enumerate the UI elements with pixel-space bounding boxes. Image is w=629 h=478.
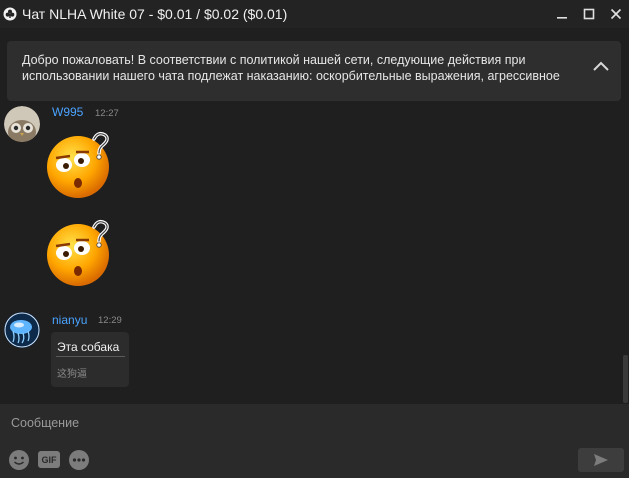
owl-avatar-icon [4, 106, 40, 142]
more-icon [69, 450, 89, 470]
window-controls [548, 0, 629, 28]
smiley-icon [9, 450, 29, 470]
more-options-button[interactable] [68, 449, 90, 471]
username[interactable]: nianyu [52, 313, 87, 327]
window-title: Чат NLHA White 07 - $0.01 / $0.02 ($0.01… [22, 6, 288, 22]
minimize-button[interactable] [548, 0, 575, 28]
confused-face-emoji [47, 219, 109, 286]
banner-text: Добро пожаловать! В соответствии с полит… [22, 53, 560, 83]
gif-label: GIF [41, 454, 57, 465]
close-icon [610, 8, 621, 20]
minimize-icon [556, 17, 567, 19]
chat-scrollbar-thumb[interactable] [623, 355, 628, 403]
message-text: Эта собака [57, 340, 120, 354]
avatar[interactable] [4, 106, 40, 142]
username[interactable]: W995 [52, 105, 83, 119]
translation-divider [56, 356, 125, 357]
message-input[interactable] [0, 404, 560, 442]
message-time: 12:27 [95, 108, 119, 119]
emoji-button[interactable] [8, 449, 30, 471]
gif-button[interactable]: GIF [38, 451, 60, 468]
welcome-banner: Добро пожаловать! В соответствии с полит… [7, 41, 621, 101]
close-button[interactable] [602, 0, 629, 28]
title-bar: Чат NLHA White 07 - $0.01 / $0.02 ($0.01… [0, 0, 629, 28]
chevron-up-icon[interactable] [591, 57, 611, 77]
message-time: 12:29 [98, 315, 122, 326]
confused-face-emoji [47, 131, 109, 198]
send-icon [594, 454, 608, 466]
message-bubble: Эта собака 这狗逼 [51, 332, 129, 387]
chat-messages[interactable]: W995 12:27 nianyu 12:29 Эта собака 这狗逼 [0, 101, 622, 404]
jellyfish-avatar-icon [4, 312, 40, 348]
avatar[interactable] [4, 312, 40, 348]
poker-club-icon [3, 7, 17, 21]
maximize-button[interactable] [575, 0, 602, 28]
send-button[interactable] [578, 448, 624, 472]
maximize-icon [583, 8, 594, 20]
composer: GIF [0, 404, 629, 478]
message-translation: 这狗逼 [57, 369, 87, 380]
